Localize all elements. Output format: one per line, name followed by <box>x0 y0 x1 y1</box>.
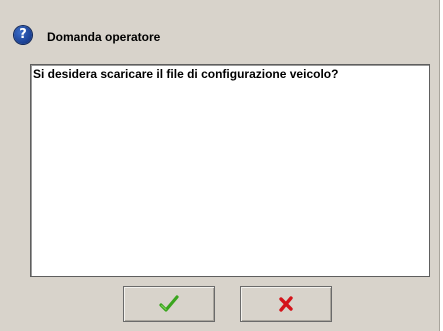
cancel-button[interactable] <box>240 286 332 322</box>
dialog-title: Domanda operatore <box>47 30 161 44</box>
confirm-button[interactable] <box>123 286 215 322</box>
message-box: Si desidera scaricare il file di configu… <box>30 64 430 277</box>
operator-question-dialog: ? Domanda operatore Si desidera scaricar… <box>0 0 440 331</box>
question-icon: ? <box>14 26 32 44</box>
message-text: Si desidera scaricare il file di configu… <box>33 67 339 81</box>
cross-icon <box>279 296 293 312</box>
dialog-header: ? Domanda operatore <box>14 24 160 46</box>
check-icon <box>159 295 179 312</box>
